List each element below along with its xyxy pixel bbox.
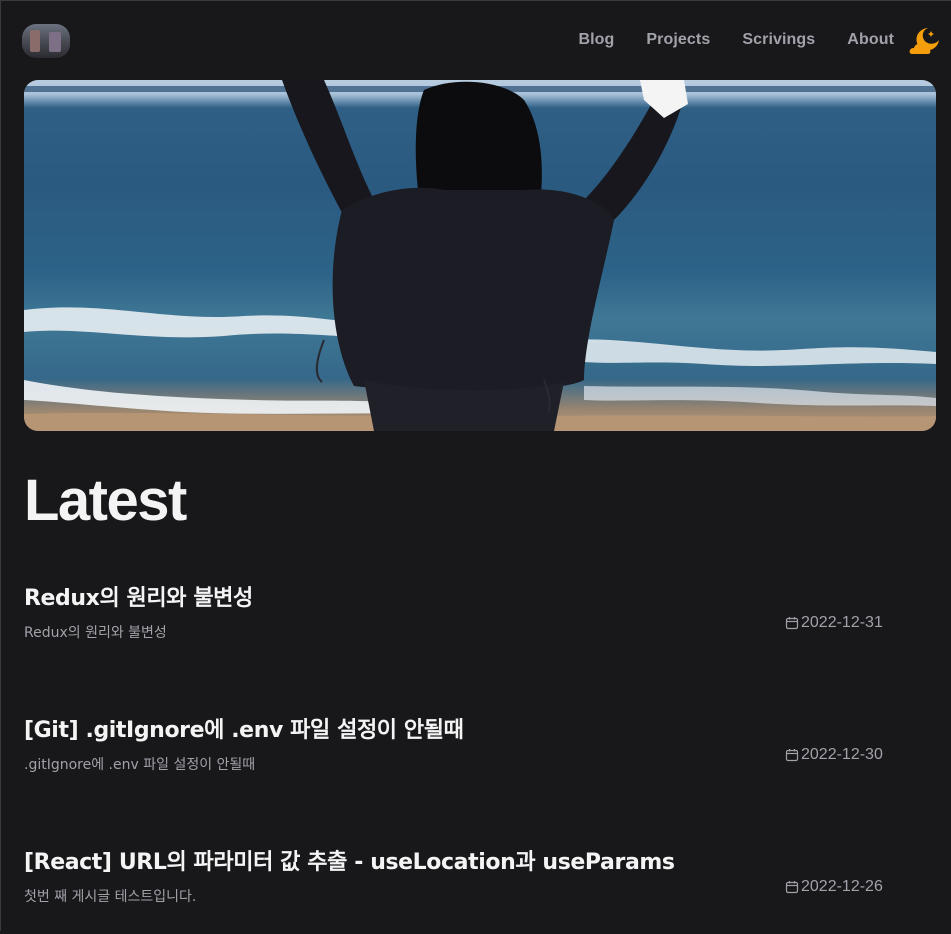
- nav-link-projects[interactable]: Projects: [646, 31, 710, 49]
- calendar-icon: [785, 749, 799, 762]
- calendar-icon: [785, 881, 799, 894]
- post-title[interactable]: [React] URL의 파라미터 값 추출 - useLocation과 us…: [24, 844, 675, 876]
- theme-toggle-button[interactable]: [908, 24, 942, 58]
- post-title[interactable]: [Git] .gitIgnore에 .env 파일 설정이 안될때: [24, 712, 464, 744]
- post-item[interactable]: [React] URL의 파라미터 값 추출 - useLocation과 us…: [24, 844, 904, 934]
- post-date-text: 2022-12-31: [801, 614, 883, 631]
- nav-link-about[interactable]: About: [847, 31, 894, 49]
- post-title[interactable]: Redux의 원리와 불변성: [24, 580, 253, 612]
- calendar-icon: [785, 617, 799, 630]
- post-item[interactable]: Redux의 원리와 불변성 Redux의 원리와 불변성 2022-12-31: [24, 580, 904, 670]
- post-date: 2022-12-26: [785, 878, 883, 896]
- main-nav: Blog Projects Scrivings About: [578, 31, 894, 49]
- post-description: Redux의 원리와 불변성: [24, 625, 167, 641]
- post-item[interactable]: [Git] .gitIgnore에 .env 파일 설정이 안될때 .gitIg…: [24, 712, 904, 802]
- post-date-text: 2022-12-26: [801, 878, 883, 895]
- post-date: 2022-12-31: [785, 614, 883, 632]
- post-date-text: 2022-12-30: [801, 746, 883, 763]
- nav-link-blog[interactable]: Blog: [578, 31, 614, 49]
- post-description: .gitIgnore에 .env 파일 설정이 안될때: [24, 757, 256, 773]
- page-title: Latest: [24, 468, 187, 533]
- avatar[interactable]: [22, 24, 70, 58]
- post-description: 첫번 째 게시글 테스트입니다.: [24, 889, 197, 905]
- post-date: 2022-12-30: [785, 746, 883, 764]
- site-header: Blog Projects Scrivings About: [22, 22, 942, 60]
- nav-link-scrivings[interactable]: Scrivings: [742, 31, 815, 49]
- hero-image: [24, 80, 936, 431]
- beach-photo: [24, 80, 936, 431]
- moon-cloud-icon: [909, 28, 939, 54]
